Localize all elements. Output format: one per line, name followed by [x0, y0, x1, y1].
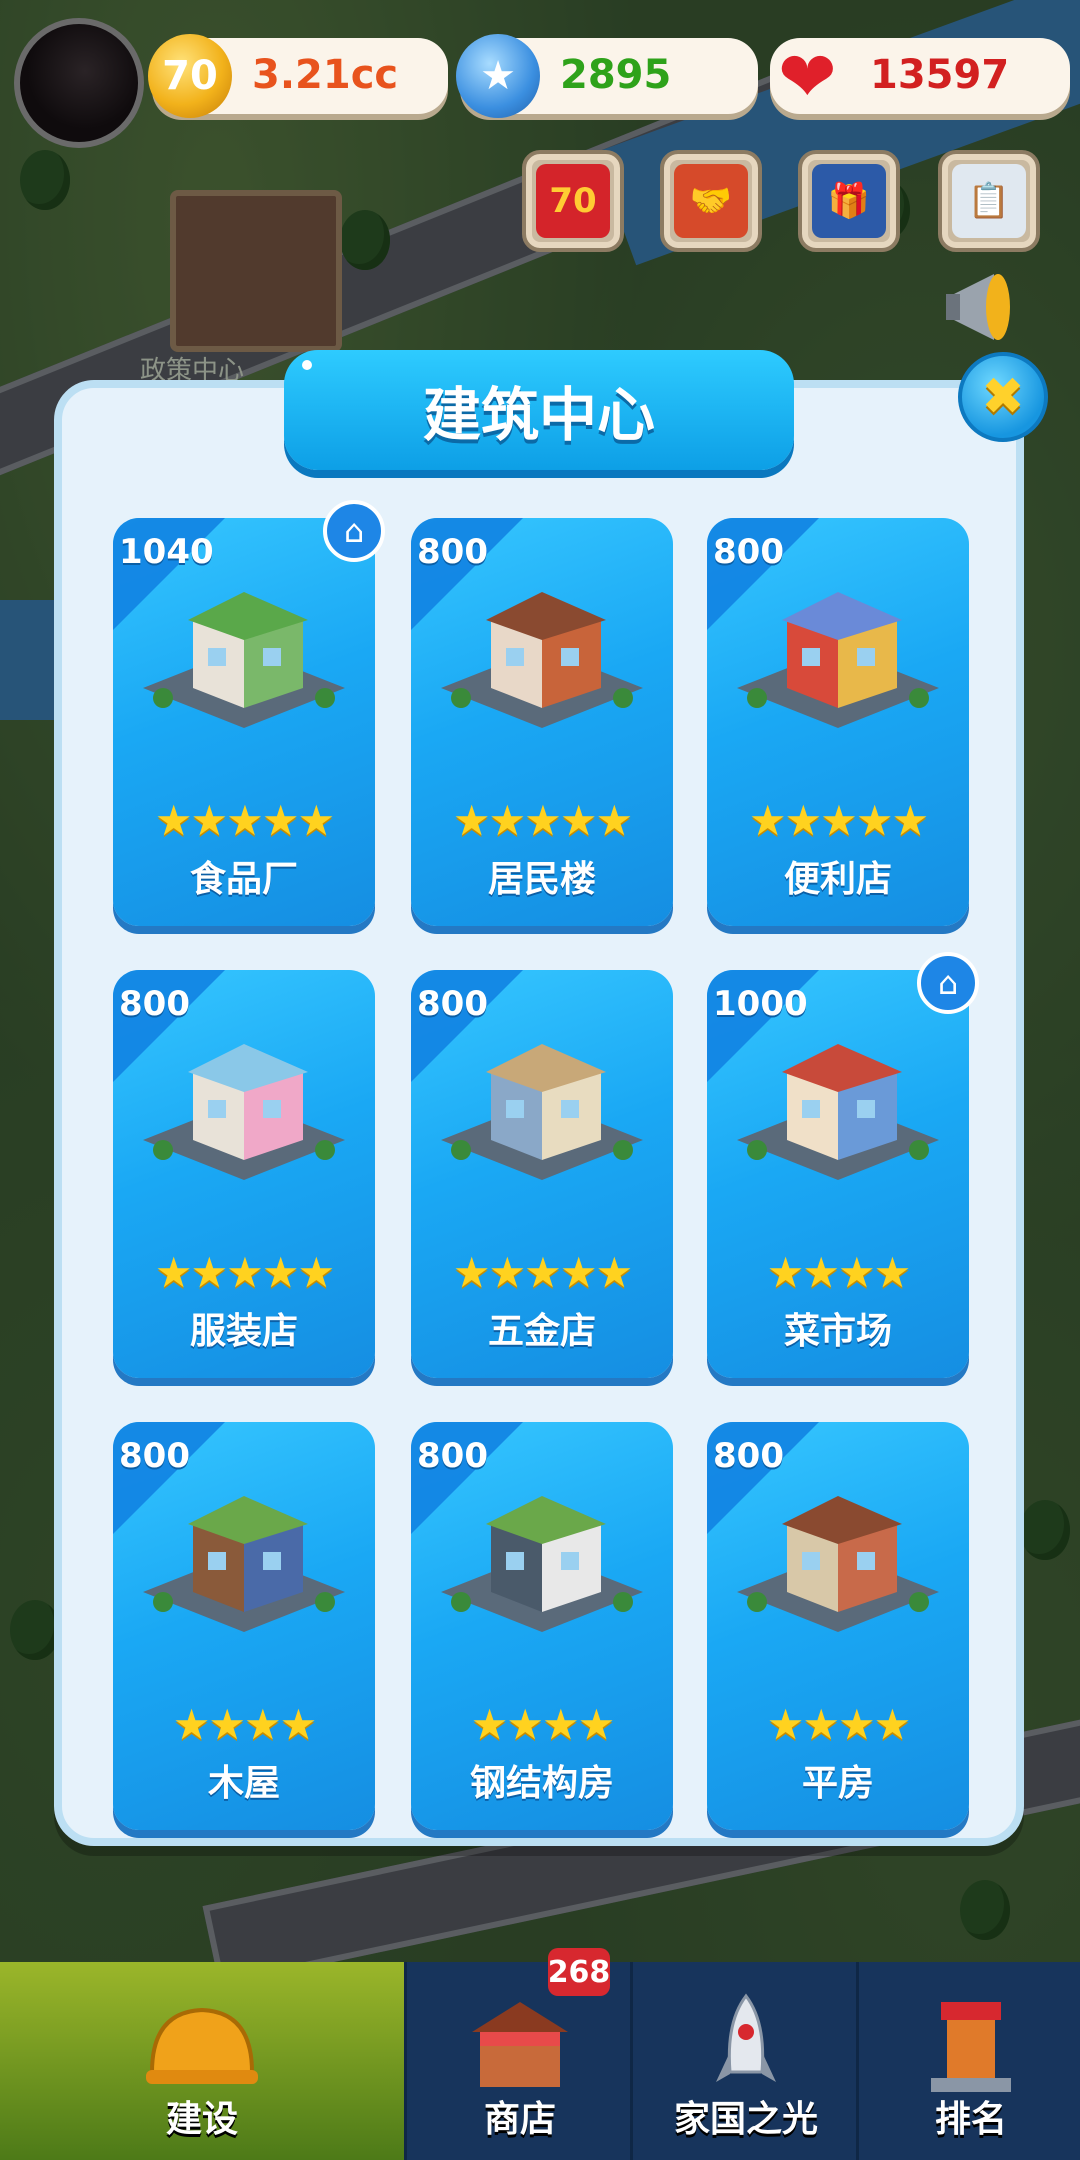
building-image [737, 592, 939, 728]
home-icon[interactable]: ⌂ [917, 952, 979, 1014]
rating-stars: ★★★★★ [748, 796, 929, 845]
hard-hat-icon [146, 2007, 258, 2084]
event-70-icon[interactable]: 70 [522, 150, 624, 252]
bottom-nav: 建设 商店 家国之光 排名 [0, 1962, 1080, 2160]
rating-stars: ★★★★★ [452, 1248, 633, 1297]
building-name: 服装店 [189, 1311, 298, 1352]
building-card[interactable]: 800 ★★★★★ 便利店 [707, 518, 969, 926]
building-price: 800 [417, 984, 488, 1024]
player-avatar[interactable] [14, 18, 144, 148]
modal-title-bar: 建筑中心 [284, 350, 794, 470]
building-image [441, 592, 643, 728]
home-icon[interactable]: ⌂ [323, 500, 385, 562]
tab-homeland-light-label: 家国之光 [673, 2099, 818, 2140]
modal-title: 建筑中心 [422, 381, 655, 449]
star-value: 2895 [560, 52, 672, 98]
shop-notification-badge: 268 [548, 1948, 610, 1996]
building-card[interactable]: 1040 ★★★★★ 食品厂 [113, 518, 375, 926]
rating-stars: ★★★★ [766, 1700, 912, 1749]
tab-ranking-label: 排名 [934, 2099, 1007, 2140]
building-card[interactable]: 800 ★★★★★ 服装店 [113, 970, 375, 1378]
building-image [441, 1496, 643, 1632]
rocket-icon [716, 1993, 776, 2082]
close-button[interactable]: ✖ [958, 352, 1048, 442]
tab-build-label: 建设 [165, 2099, 238, 2140]
building-card[interactable]: 800 ★★★★ 钢结构房 [411, 1422, 673, 1830]
heart-value: 13597 [870, 52, 1010, 98]
shop-icon [472, 2002, 568, 2087]
building-price: 800 [417, 1436, 488, 1476]
handshake-icon[interactable]: 🤝 [660, 150, 762, 252]
building-name: 食品厂 [189, 859, 298, 900]
building-card[interactable]: 800 ★★★★ 木屋 [113, 1422, 375, 1830]
gift-icon[interactable]: 🎁 [798, 150, 900, 252]
rating-stars: ★★★★ [766, 1248, 912, 1297]
rating-stars: ★★★★ [470, 1700, 616, 1749]
building-price: 800 [119, 984, 190, 1024]
clipboard-icon[interactable]: 📋 [938, 150, 1040, 252]
tab-homeland-light[interactable]: 家国之光 [630, 1962, 859, 2160]
building-name: 平房 [801, 1763, 874, 1804]
star-coin-icon: ★ [456, 34, 540, 118]
tab-build[interactable]: 建设 [0, 1962, 404, 2160]
building-price: 800 [713, 1436, 784, 1476]
building-image [143, 1044, 345, 1180]
gold-counter: 70 3.21cc [148, 34, 448, 118]
rating-stars: ★★★★★ [154, 796, 335, 845]
building-image [441, 1044, 643, 1180]
gold-coin-icon: 70 [148, 34, 232, 118]
building-card[interactable]: 800 ★★★★ 平房 [707, 1422, 969, 1830]
coin-symbol: 70 [162, 53, 218, 99]
megaphone-icon[interactable] [944, 264, 1030, 350]
building-price: 800 [713, 532, 784, 572]
building-price: 800 [119, 1436, 190, 1476]
building-name: 便利店 [783, 859, 892, 900]
building-image [143, 592, 345, 728]
building-image [737, 1044, 939, 1180]
building-name: 钢结构房 [469, 1763, 614, 1804]
building-name: 木屋 [207, 1763, 280, 1804]
building-card[interactable]: 800 ★★★★★ 居民楼 [411, 518, 673, 926]
gold-value: 3.21cc [252, 52, 399, 98]
rating-stars: ★★★★ [172, 1700, 318, 1749]
heart-icon: ❤ [778, 36, 837, 118]
building-price: 1000 [713, 984, 808, 1024]
building-image [143, 1496, 345, 1632]
building-image [737, 1496, 939, 1632]
tab-ranking[interactable]: 排名 [856, 1962, 1080, 2160]
star-counter: ★ 2895 [456, 34, 758, 118]
tab-shop-label: 商店 [483, 2099, 556, 2140]
building-card[interactable]: 1000 ★★★★ 菜市场 [707, 970, 969, 1378]
building-price: 1040 [119, 532, 214, 572]
rating-stars: ★★★★★ [154, 1248, 335, 1297]
building-name: 菜市场 [783, 1311, 892, 1352]
building-card[interactable]: 800 ★★★★★ 五金店 [411, 970, 673, 1378]
building-name: 居民楼 [487, 859, 596, 900]
building-price: 800 [417, 532, 488, 572]
building-name: 五金店 [487, 1311, 596, 1352]
heart-counter: ❤ 13597 [770, 38, 1070, 114]
rating-stars: ★★★★★ [452, 796, 633, 845]
trophy-tower-icon [931, 2002, 1011, 2092]
